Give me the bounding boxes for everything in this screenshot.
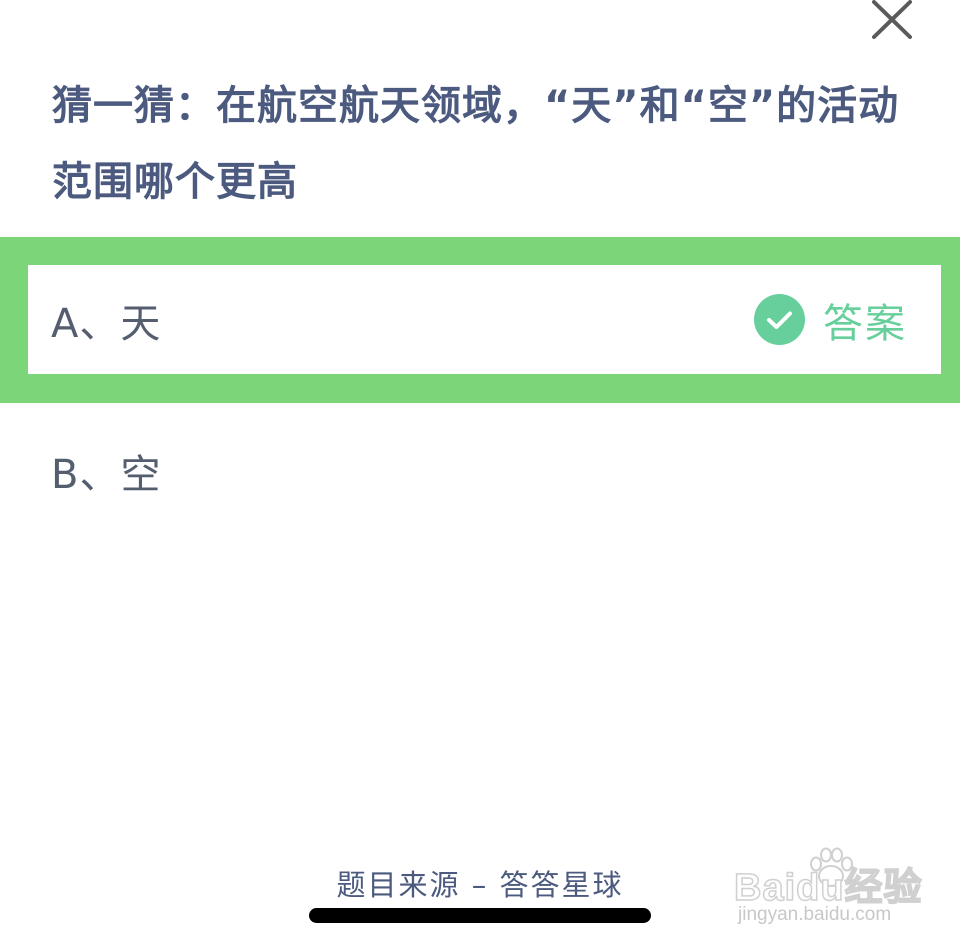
close-icon — [872, 0, 912, 39]
baidu-watermark: Baidu经验 jingyan.baidu.com — [733, 846, 924, 930]
home-indicator[interactable] — [309, 908, 651, 923]
answer-label: 答案 — [823, 300, 907, 347]
option-b[interactable]: B、空 — [28, 416, 941, 525]
option-a-label: A、天 — [51, 300, 162, 347]
option-b-label: B、空 — [51, 451, 162, 498]
close-button[interactable] — [866, 0, 918, 40]
question-text: 猜一猜：在航空航天领域，“天”和“空”的活动范围哪个更高 — [52, 83, 900, 205]
watermark-url: jingyan.baidu.com — [738, 904, 892, 925]
check-circle-icon — [754, 294, 805, 345]
option-a[interactable]: A、天 答案 — [28, 265, 941, 374]
answer-badge: 答案 — [754, 291, 907, 349]
watermark-brand: Baidu经验 — [733, 866, 923, 910]
